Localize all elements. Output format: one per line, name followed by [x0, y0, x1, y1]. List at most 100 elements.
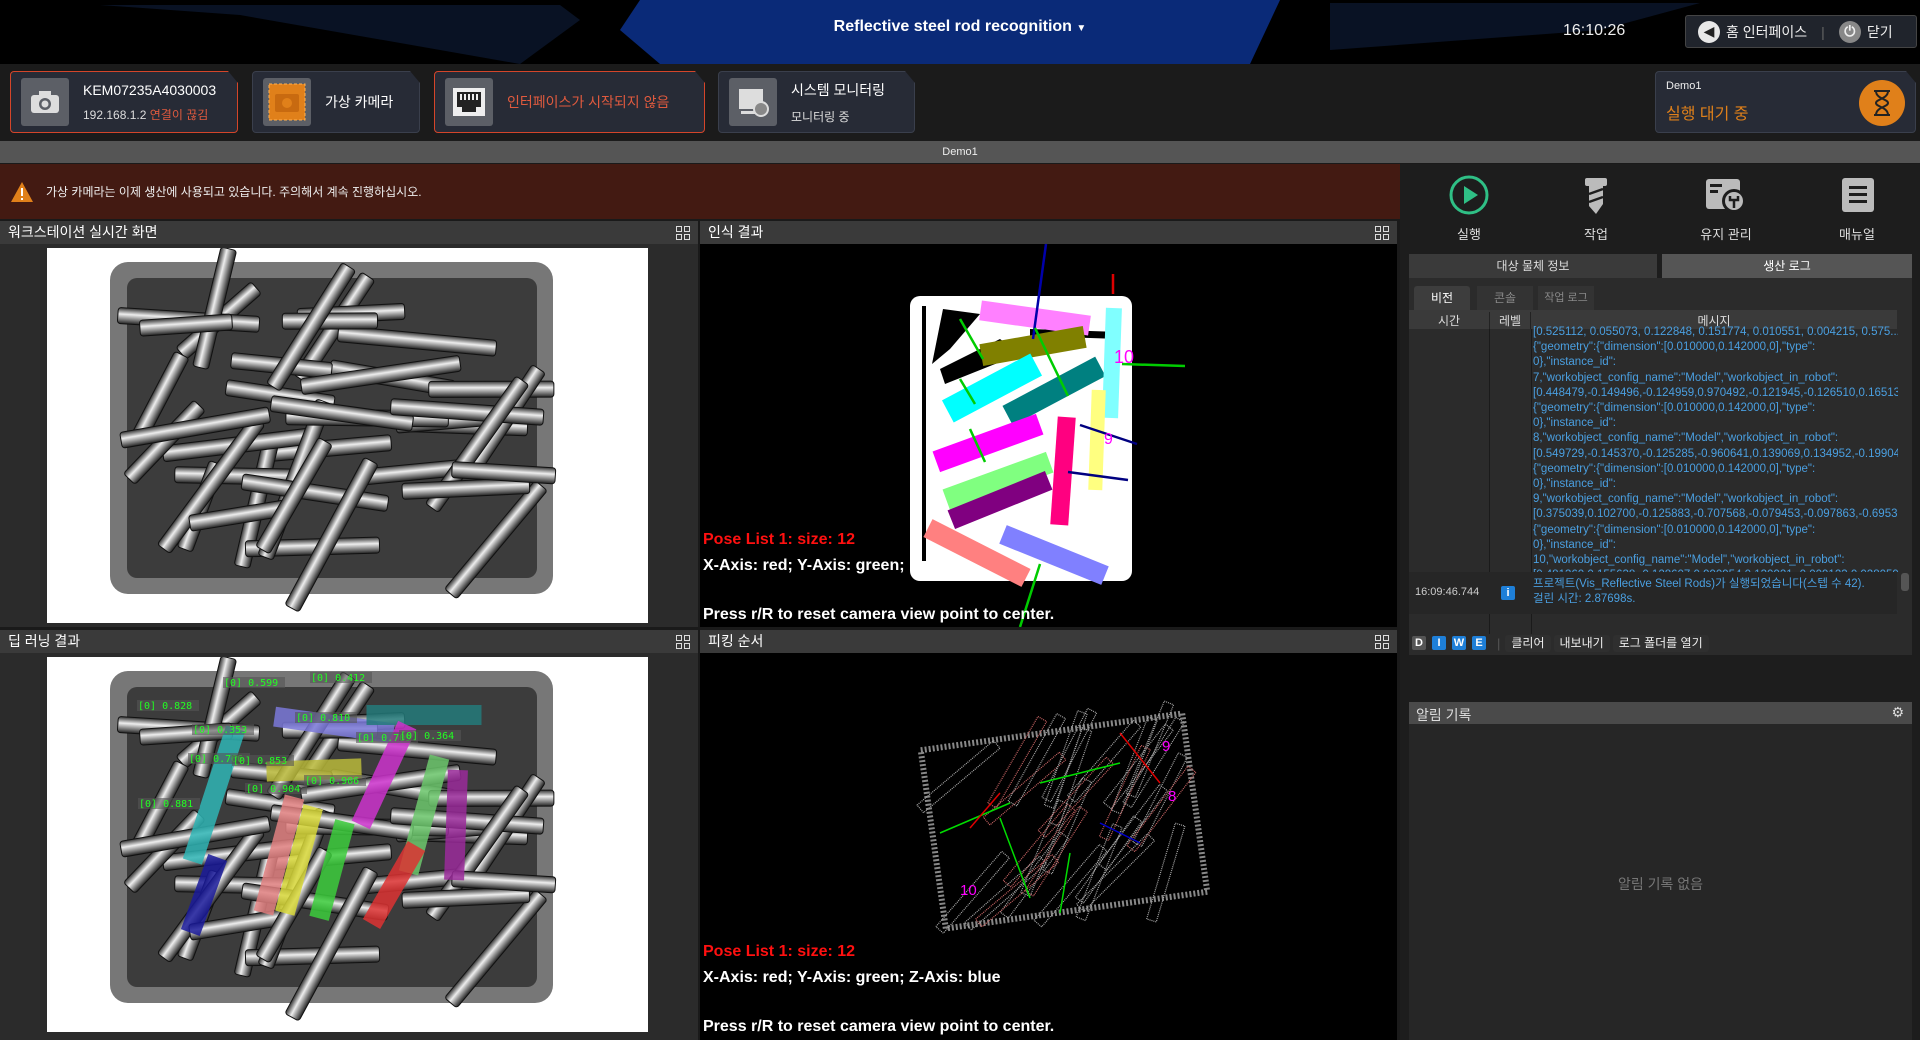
- deep-learning-panel: 딥 러닝 결과 [0] 0.828 [0] 0.599 [0] 0.412 [0] 0…: [0, 630, 698, 1040]
- filter-warning[interactable]: W: [1452, 636, 1466, 650]
- log-line: [0.549729,-0.145370,-0.125285,-0.960641,…: [1533, 447, 1898, 460]
- back-arrow-icon[interactable]: ◀: [1698, 20, 1720, 43]
- picking-order-panel: 피킹 순서 9 8 10 Pose List 1: size: 12 X-Axi…: [700, 630, 1397, 1040]
- subtab-vision[interactable]: 비전: [1414, 286, 1470, 310]
- system-monitoring-card[interactable]: 시스템 모니터링모니터링 중: [718, 71, 915, 133]
- right-sidebar: 실행 작업 유지 관리 매뉴얼 대상 물체 정보 생산 로그 비전 콘솔 작업 …: [1400, 164, 1920, 1040]
- log-duration: 걸린 시간: 2.87698s.: [1533, 593, 1636, 605]
- project-status-card[interactable]: Demo1 실행 대기 중: [1655, 71, 1916, 133]
- power-icon[interactable]: ⏻: [1838, 20, 1861, 43]
- no-alerts-text: 알림 기록 없음: [1617, 876, 1704, 892]
- column-level: 레벨: [1489, 312, 1531, 329]
- 3d-viewer[interactable]: 9 8 10 Pose List 1: size: 12 X-Axis: red…: [700, 653, 1397, 1040]
- log-line: [0.525112, 0.055073, 0.122848, 0.151774,…: [1533, 326, 1898, 338]
- confidence-label: [0] 0.853: [233, 756, 287, 767]
- camera-id: KEM07235A4030003: [83, 81, 217, 98]
- monitoring-status: 모니터링 중: [791, 109, 850, 124]
- tab-object-info[interactable]: 대상 물체 정보: [1409, 254, 1657, 278]
- layout-grid-icon[interactable]: [1375, 635, 1389, 649]
- clear-button[interactable]: 클리어: [1505, 634, 1551, 652]
- point-cloud-rod: [1132, 752, 1189, 848]
- panel-title: 피킹 순서: [708, 633, 764, 649]
- log-line: [0.375039,0.102700,-0.125883,-0.707568,-…: [1533, 508, 1898, 521]
- title-bar: Reflective steel rod recognition ▼ 16:10…: [0, 0, 1920, 64]
- segmented-rod: [444, 769, 468, 881]
- export-button[interactable]: 내보내기: [1553, 634, 1610, 652]
- panel-header: 딥 러닝 결과: [0, 630, 698, 653]
- log-line: {"geometry":{"dimension":[0.010000,0.142…: [1533, 462, 1816, 475]
- log-scrollbar[interactable]: [1901, 573, 1909, 591]
- home-interface-button[interactable]: 홈 인터페이스: [1726, 22, 1807, 42]
- 3d-viewer[interactable]: 10 9 Pose List 1: size: 12 X-Axis: red; …: [700, 244, 1397, 627]
- segmented-rod: [366, 705, 482, 725]
- task-button[interactable]: 작업: [1546, 174, 1646, 243]
- alert-list: 알림 기록 없음: [1409, 724, 1912, 1040]
- panel-title: 딥 러닝 결과: [8, 633, 81, 649]
- panel-header: 피킹 순서: [700, 630, 1397, 653]
- camera-image: [47, 248, 648, 623]
- manual-icon: [1842, 178, 1874, 212]
- alert-title: 알림 기록: [1416, 707, 1472, 723]
- segmentation-image: [0] 0.828 [0] 0.599 [0] 0.412 [0] 0.810 [0] …: [47, 657, 648, 1032]
- subtab-console[interactable]: 콘솔: [1477, 286, 1533, 310]
- camera-card[interactable]: KEM07235A4030003 192.168.1.2 연결이 끊김: [10, 71, 238, 133]
- log-message-block: [0.525112, 0.055073, 0.122848, 0.151774,…: [1533, 325, 1898, 572]
- confidence-label: [0] 0.881: [139, 799, 193, 810]
- log-message: 프로젝트(Vis_Reflective Steel Rods)가 실행되었습니다…: [1533, 578, 1865, 590]
- confidence-label: [0] 0.353: [193, 725, 247, 736]
- layout-grid-icon[interactable]: [676, 635, 690, 649]
- layout-grid-icon[interactable]: [676, 226, 690, 240]
- log-row[interactable]: 16:09:46.744 i 프로젝트(Vis_Reflective Steel…: [1409, 572, 1897, 614]
- alert-header: 알림 기록 ⚙: [1409, 702, 1912, 724]
- interface-card[interactable]: 인터페이스가 시작되지 않음: [434, 71, 705, 133]
- pick-order-label: 10: [960, 882, 977, 899]
- log-line: 0},"instance_id":: [1533, 478, 1616, 491]
- log-line: 0},"instance_id":: [1533, 356, 1616, 369]
- project-title: Reflective steel rod recognition: [833, 18, 1072, 35]
- info-icon: i: [1501, 586, 1515, 600]
- screw-icon: [1585, 178, 1607, 214]
- log-line: 7,"workobject_config_name":"Model","work…: [1533, 371, 1839, 384]
- filter-debug[interactable]: D: [1412, 636, 1426, 650]
- log-line: {"geometry":{"dimension":[0.010000,0.142…: [1533, 523, 1816, 536]
- system-monitoring-label: 시스템 모니터링: [791, 81, 886, 98]
- axis-legend: X-Axis: red; Y-Axis: green; Z-Axis: blue: [703, 969, 1001, 986]
- manual-button[interactable]: 매뉴얼: [1807, 174, 1907, 243]
- interface-status: 인터페이스가 시작되지 않음: [507, 94, 670, 110]
- run-label: 실행: [1457, 227, 1481, 242]
- open-log-folder-button[interactable]: 로그 폴더를 열기: [1612, 634, 1709, 652]
- virtual-camera-card[interactable]: 가상 카메라: [252, 71, 420, 133]
- pose-label: 9: [1104, 431, 1113, 448]
- log-line: 0},"instance_id":: [1533, 538, 1616, 551]
- confidence-label: [0] 0.364: [400, 731, 454, 742]
- confidence-label: [0] 0.412: [311, 673, 365, 684]
- project-bar: Demo1: [0, 141, 1920, 163]
- settings-gear-icon[interactable]: ⚙: [1891, 704, 1904, 721]
- chevron-down-icon: ▼: [1076, 23, 1087, 34]
- log-line: 0},"instance_id":: [1533, 417, 1616, 430]
- point-cloud-rod: [1024, 805, 1089, 897]
- log-line: [0.448479,-0.149496,-0.124959,0.970492,-…: [1533, 386, 1898, 399]
- point-cloud-rod: [986, 715, 1048, 809]
- clock: 16:10:26: [1563, 22, 1626, 39]
- point-cloud-rod: [1074, 815, 1143, 904]
- filter-error[interactable]: E: [1472, 636, 1486, 650]
- subtab-task-log[interactable]: 작업 로그: [1538, 286, 1594, 310]
- layout-grid-icon[interactable]: [1375, 226, 1389, 240]
- project-title-dropdown[interactable]: Reflective steel rod recognition ▼: [0, 18, 1920, 36]
- nav-buttons: ◀ 홈 인터페이스 | ⏻ 닫기: [1685, 15, 1917, 48]
- point-cloud-rod: [1007, 712, 1067, 807]
- panel-title: 워크스테이션 실시간 화면: [8, 224, 158, 240]
- run-button[interactable]: 실행: [1419, 174, 1519, 243]
- maintenance-icon: [1706, 179, 1746, 213]
- axis-legend: X-Axis: red; Y-Axis: green;: [703, 557, 905, 574]
- log-filter-bar: D I W E | 클리어 내보내기 로그 폴더를 열기: [1412, 634, 1712, 652]
- tab-production-log[interactable]: 생산 로그: [1662, 254, 1912, 278]
- reset-hint: Press r/R to reset camera view point to …: [703, 1018, 1055, 1035]
- manual-label: 매뉴얼: [1839, 227, 1875, 242]
- log-area: 비전 콘솔 작업 로그 시간 레벨 메시지 [0.525112, 0.05507…: [1409, 278, 1912, 655]
- close-button[interactable]: 닫기: [1867, 22, 1893, 42]
- maintenance-label: 유지 관리: [1700, 227, 1752, 242]
- filter-info[interactable]: I: [1432, 636, 1446, 650]
- maintenance-button[interactable]: 유지 관리: [1676, 174, 1776, 243]
